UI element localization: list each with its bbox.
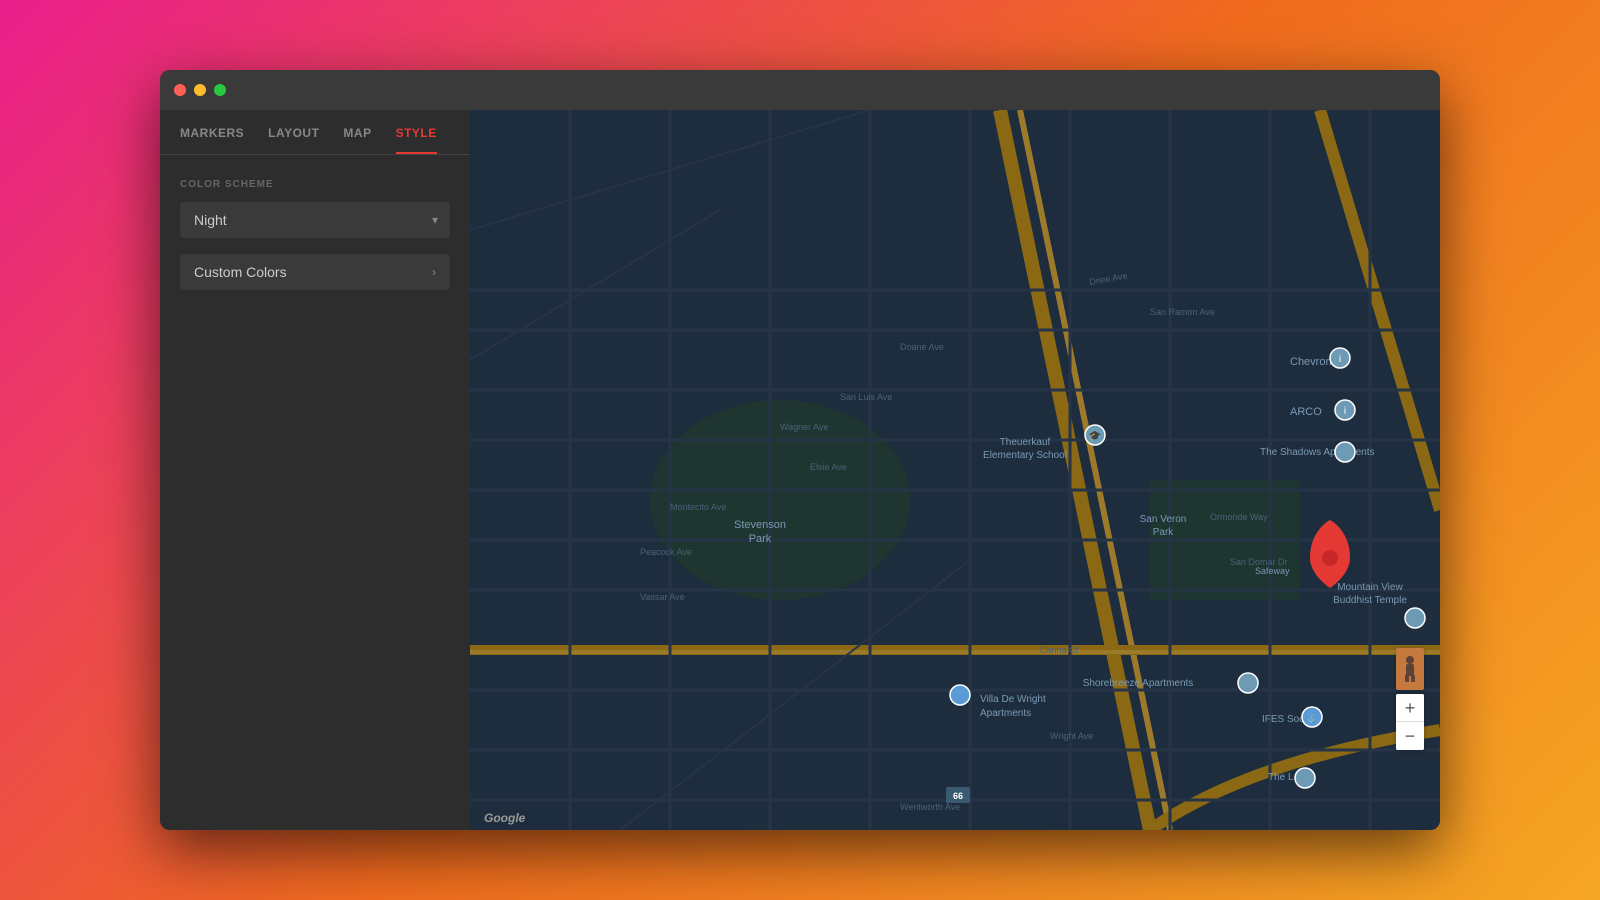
zoom-out-button[interactable]: −: [1396, 722, 1424, 750]
svg-text:Ormonde Way: Ormonde Way: [1210, 512, 1268, 522]
svg-text:Canna Ct: Canna Ct: [1040, 645, 1079, 655]
svg-text:Vassar Ave: Vassar Ave: [640, 592, 685, 602]
svg-text:ARCO: ARCO: [1290, 406, 1322, 418]
close-button[interactable]: [174, 84, 186, 96]
svg-text:Stevenson: Stevenson: [734, 519, 786, 531]
svg-text:Theuerkauf: Theuerkauf: [1000, 437, 1051, 448]
color-scheme-select-wrapper: Default Night Retro Silver Aubergine ▾: [180, 202, 450, 238]
svg-text:Elementary School: Elementary School: [983, 450, 1067, 461]
svg-text:Wagner Ave: Wagner Ave: [780, 422, 829, 432]
svg-text:Elsie Ave: Elsie Ave: [810, 462, 847, 472]
svg-text:Montecito Ave: Montecito Ave: [670, 502, 726, 512]
minimize-button[interactable]: [194, 84, 206, 96]
svg-text:Shorebreeze Apartments: Shorebreeze Apartments: [1083, 678, 1194, 689]
svg-text:Wentworth Ave: Wentworth Ave: [900, 802, 960, 812]
sidebar-content: COLOR SCHEME Default Night Retro Silver …: [160, 155, 470, 830]
chevron-right-icon: ›: [432, 265, 436, 279]
app-window: MARKERS LAYOUT MAP STYLE COLOR SCHEME De…: [160, 70, 1440, 830]
svg-text:Park: Park: [1153, 527, 1175, 538]
svg-text:Chevron: Chevron: [1290, 356, 1332, 368]
svg-text:i: i: [1344, 406, 1346, 417]
title-bar: [160, 70, 1440, 110]
custom-colors-label: Custom Colors: [194, 264, 287, 280]
svg-text:Mountain View: Mountain View: [1337, 582, 1403, 593]
svg-text:Google: Google: [484, 811, 526, 825]
svg-text:🎓: 🎓: [1089, 430, 1101, 442]
svg-text:Apartments: Apartments: [980, 708, 1031, 719]
svg-text:66: 66: [953, 791, 963, 801]
color-scheme-select[interactable]: Default Night Retro Silver Aubergine: [180, 202, 450, 238]
svg-text:Peacock Ave: Peacock Ave: [640, 547, 692, 557]
app-body: MARKERS LAYOUT MAP STYLE COLOR SCHEME De…: [160, 110, 1440, 830]
svg-text:Park: Park: [749, 533, 772, 545]
svg-text:Safeway: Safeway: [1255, 566, 1290, 576]
svg-text:Villa De Wright: Villa De Wright: [980, 694, 1046, 705]
sidebar: MARKERS LAYOUT MAP STYLE COLOR SCHEME De…: [160, 110, 470, 830]
zoom-in-button[interactable]: +: [1396, 694, 1424, 722]
map-area[interactable]: Drew Ave San Ramon Ave Doane Ave San Lui…: [470, 110, 1440, 830]
svg-text:The Shadows Apartments: The Shadows Apartments: [1260, 447, 1375, 458]
svg-text:San Luis Ave: San Luis Ave: [840, 392, 892, 402]
svg-text:Wright Ave: Wright Ave: [1050, 731, 1093, 741]
maximize-button[interactable]: [214, 84, 226, 96]
svg-text:San Ramon Ave: San Ramon Ave: [1150, 307, 1215, 317]
tab-map[interactable]: MAP: [343, 126, 371, 154]
nav-tabs: MARKERS LAYOUT MAP STYLE: [160, 110, 470, 155]
svg-text:⚓: ⚓: [1307, 713, 1317, 723]
zoom-controls: + −: [1396, 694, 1424, 750]
color-scheme-label: COLOR SCHEME: [180, 179, 450, 190]
map-canvas: Drew Ave San Ramon Ave Doane Ave San Lui…: [470, 110, 1440, 830]
tab-markers[interactable]: MARKERS: [180, 126, 244, 154]
tab-layout[interactable]: LAYOUT: [268, 126, 319, 154]
custom-colors-row[interactable]: Custom Colors ›: [180, 254, 450, 290]
traffic-lights: [174, 84, 226, 96]
street-view-button[interactable]: [1396, 648, 1424, 690]
tab-style[interactable]: STYLE: [396, 126, 437, 154]
svg-text:Doane Ave: Doane Ave: [900, 342, 944, 352]
svg-text:San Veron: San Veron: [1140, 514, 1187, 525]
svg-text:Mobilehome Park: Mobilehome Park: [1439, 742, 1440, 753]
pegman-icon: [1402, 655, 1418, 683]
svg-text:i: i: [1339, 354, 1341, 365]
svg-text:Buddhist Temple: Buddhist Temple: [1333, 595, 1407, 606]
